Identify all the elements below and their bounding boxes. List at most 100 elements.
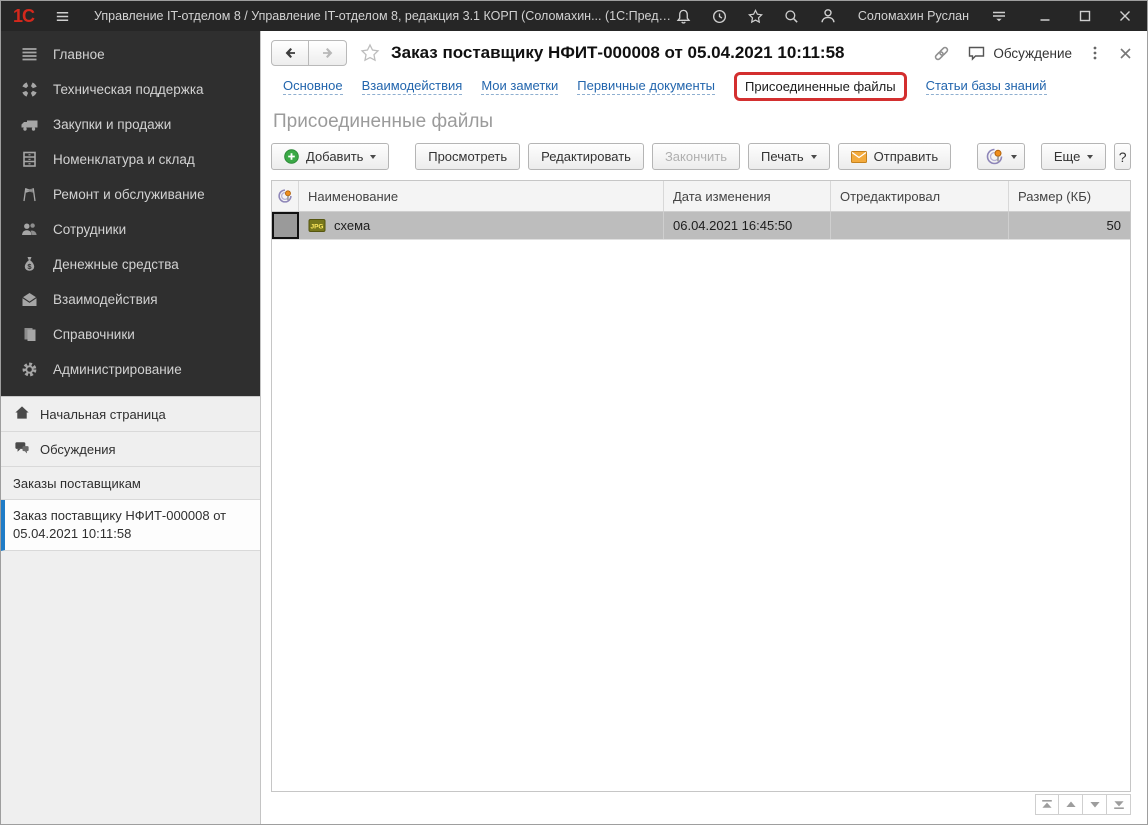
column-header-size[interactable]: Размер (КБ) — [1009, 181, 1130, 211]
sidebar-item-money[interactable]: $ Денежные средства — [1, 247, 260, 282]
service-menu-button[interactable] — [987, 4, 1011, 28]
cabinet-icon — [18, 150, 40, 169]
table-header: Наименование Дата изменения Отредактиров… — [272, 181, 1130, 212]
maximize-button[interactable] — [1073, 4, 1097, 28]
cell-modified[interactable]: 06.04.2021 16:45:50 — [664, 212, 831, 239]
file-jpg-icon: JPG — [308, 218, 326, 233]
column-header-edo-sign[interactable] — [272, 181, 299, 211]
current-cell-marker[interactable] — [272, 212, 299, 239]
sidebar: Главное Техническая поддержка Закупки и … — [1, 31, 261, 824]
nav-link-kb-articles[interactable]: Статьи базы знаний — [926, 78, 1047, 95]
form-nav-links: Основное Взаимодействия Мои заметки Перв… — [261, 70, 1147, 104]
window-title: Управление IT-отделом 8 / Управление IT-… — [94, 9, 672, 23]
column-header-modified[interactable]: Дата изменения — [664, 181, 831, 211]
close-form-button[interactable] — [1118, 46, 1133, 61]
edo-sign-icon — [985, 147, 1004, 166]
cell-size[interactable]: 50 — [1009, 212, 1130, 239]
sidebar-item-administration[interactable]: Администрирование — [1, 352, 260, 387]
sidebar-item-label: Техническая поддержка — [53, 82, 204, 97]
view-button-label: Просмотреть — [428, 149, 507, 164]
people-icon — [18, 220, 40, 239]
help-button[interactable]: ? — [1114, 143, 1131, 170]
copy-link-button[interactable] — [932, 44, 951, 63]
scroll-bottom-icon — [1113, 799, 1125, 810]
minimize-icon — [1038, 9, 1052, 23]
nav-link-interactions[interactable]: Взаимодействия — [362, 78, 463, 95]
flags-icon — [18, 185, 40, 204]
edit-button[interactable]: Редактировать — [528, 143, 644, 170]
scroll-top-button[interactable] — [1035, 794, 1059, 815]
table-row[interactable]: JPG схема 06.04.2021 16:45:50 50 — [272, 212, 1130, 240]
nav-link-main[interactable]: Основное — [283, 78, 343, 95]
view-button[interactable]: Просмотреть — [415, 143, 520, 170]
favorites-button[interactable] — [744, 4, 768, 28]
table-empty-area[interactable] — [272, 240, 1130, 791]
history-button[interactable] — [708, 4, 732, 28]
favorites-icon — [747, 8, 764, 25]
scroll-bottom-button[interactable] — [1107, 794, 1131, 815]
sidebar-item-references[interactable]: Справочники — [1, 317, 260, 352]
form-menu-button[interactable] — [1088, 44, 1102, 62]
search-button[interactable] — [780, 4, 804, 28]
sidebar-item-label: Денежные средства — [53, 257, 179, 272]
print-button[interactable]: Печать — [748, 143, 830, 170]
titlebar: 1С Управление IT-отделом 8 / Управление … — [1, 1, 1147, 31]
chat-icon — [13, 439, 31, 459]
main-menu-button[interactable] — [50, 4, 74, 28]
open-windows-panel: Начальная страница Обсуждения Заказы пос… — [1, 396, 260, 824]
sidebar-item-discussions[interactable]: Обсуждения — [1, 432, 260, 467]
print-button-label: Печать — [761, 149, 804, 164]
close-icon — [1118, 9, 1132, 23]
sidebar-item-tech-support[interactable]: Техническая поддержка — [1, 72, 260, 107]
caret-down-icon — [811, 155, 817, 159]
user-button[interactable] — [816, 4, 840, 28]
sidebar-item-employees[interactable]: Сотрудники — [1, 212, 260, 247]
form-header: Заказ поставщику НФИТ-000008 от 05.04.20… — [261, 31, 1147, 70]
forward-arrow-icon — [319, 44, 337, 62]
nav-link-attached-files[interactable]: Присоединенные файлы — [745, 79, 896, 95]
sidebar-item-purchases-sales[interactable]: Закупки и продажи — [1, 107, 260, 142]
1c-logo: 1С — [13, 6, 34, 27]
back-button[interactable] — [271, 40, 309, 66]
discussion-button[interactable]: Обсуждение — [967, 45, 1072, 62]
scroll-down-button[interactable] — [1083, 794, 1107, 815]
nav-link-my-notes[interactable]: Мои заметки — [481, 78, 558, 95]
maximize-icon — [1078, 9, 1092, 23]
close-window-button[interactable] — [1113, 4, 1137, 28]
close-icon — [1118, 46, 1133, 61]
add-button[interactable]: Добавить — [271, 143, 389, 170]
sidebar-item-home[interactable]: Начальная страница — [1, 397, 260, 432]
add-plus-icon — [284, 149, 299, 164]
sidebar-item-label: Закупки и продажи — [53, 117, 171, 132]
scroll-up-button[interactable] — [1059, 794, 1083, 815]
sidebar-item-active-order[interactable]: Заказ поставщику НФИТ-000008 от 05.04.20… — [1, 500, 260, 551]
cell-name[interactable]: JPG схема — [299, 212, 664, 239]
send-envelope-icon — [851, 151, 867, 163]
sidebar-item-supplier-orders[interactable]: Заказы поставщикам — [1, 467, 260, 500]
sidebar-item-label: Заказы поставщикам — [13, 476, 141, 491]
edo-sign-button[interactable] — [977, 143, 1025, 170]
send-button[interactable]: Отправить — [838, 143, 951, 170]
sidebar-item-main[interactable]: Главное — [1, 37, 260, 72]
scroll-down-icon — [1089, 800, 1101, 809]
svg-text:JPG: JPG — [310, 224, 323, 231]
sidebar-item-label: Начальная страница — [40, 407, 166, 422]
notifications-button[interactable] — [672, 4, 696, 28]
form-area: Заказ поставщику НФИТ-000008 от 05.04.20… — [261, 31, 1147, 824]
minimize-button[interactable] — [1033, 4, 1057, 28]
favorite-star-button[interactable] — [359, 42, 381, 64]
column-header-edited-by[interactable]: Отредактировал — [831, 181, 1009, 211]
sidebar-item-interactions[interactable]: Взаимодействия — [1, 282, 260, 317]
sidebar-item-nomenclature-warehouse[interactable]: Номенклатура и склад — [1, 142, 260, 177]
app-window: 1С Управление IT-отделом 8 / Управление … — [0, 0, 1148, 825]
cell-edited-by[interactable] — [831, 212, 1009, 239]
sidebar-item-label: Ремонт и обслуживание — [53, 187, 205, 202]
back-arrow-icon — [281, 44, 299, 62]
more-button[interactable]: Еще — [1041, 143, 1106, 170]
section-title: Присоединенные файлы — [273, 111, 1147, 133]
user-name[interactable]: Соломахин Руслан — [858, 9, 969, 23]
forward-button[interactable] — [309, 40, 347, 66]
column-header-name[interactable]: Наименование — [299, 181, 664, 211]
nav-link-primary-documents[interactable]: Первичные документы — [577, 78, 715, 95]
sidebar-item-repair-maintenance[interactable]: Ремонт и обслуживание — [1, 177, 260, 212]
